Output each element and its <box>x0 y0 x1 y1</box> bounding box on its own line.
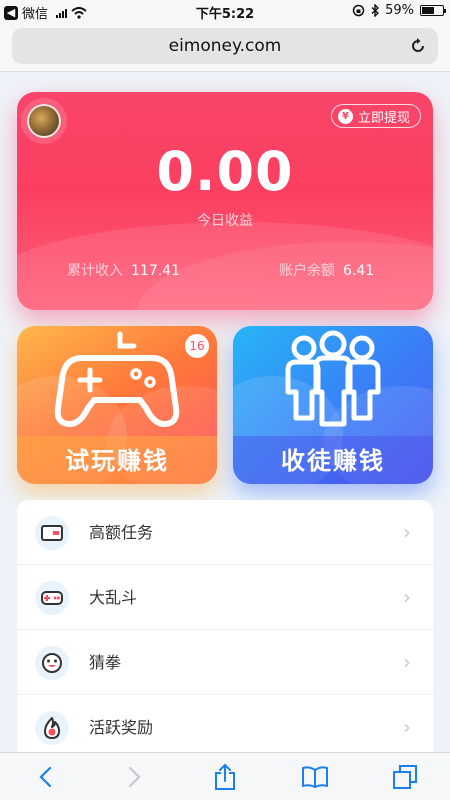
tabs-icon <box>393 764 417 789</box>
browser-toolbar <box>0 752 450 800</box>
people-group-icon <box>233 330 433 430</box>
total-income: 累计收入 117.41 <box>67 260 180 280</box>
total-income-value: 117.41 <box>131 263 180 279</box>
today-earnings-label: 今日收益 <box>197 213 253 229</box>
today-earnings-value: 0.00 <box>156 140 294 203</box>
list-item-high-value-tasks[interactable]: 高额任务 › <box>17 500 433 565</box>
browser-address-area: eimoney.com <box>0 22 450 72</box>
menu-item-label: 高额任务 <box>89 523 154 542</box>
status-bar: ◀ 微信 下午5:22 59% <box>0 0 450 22</box>
reload-icon[interactable] <box>408 36 428 56</box>
menu-item-label: 猜拳 <box>89 653 122 672</box>
back-button[interactable] <box>25 757 65 797</box>
trial-play-title: 试玩赚钱 <box>65 447 169 475</box>
battery-percent: 59% <box>385 3 414 18</box>
share-button[interactable] <box>205 757 245 797</box>
menu-item-label: 大乱斗 <box>89 588 138 607</box>
recruit-apprentice-title: 收徒赚钱 <box>281 447 385 475</box>
menu-item-label: 活跃奖励 <box>89 718 154 737</box>
list-item-rock-paper-scissors[interactable]: 猜拳 › <box>17 630 433 695</box>
battery-icon <box>420 5 446 16</box>
yen-icon: ¥ <box>337 108 353 124</box>
withdraw-button[interactable]: ¥ 立即提现 <box>330 104 421 128</box>
avatar[interactable] <box>27 104 61 138</box>
recruit-apprentice-card[interactable]: 收徒赚钱 <box>233 326 433 484</box>
card-icon <box>35 516 69 550</box>
chevron-right-icon: › <box>403 715 411 739</box>
url-text: eimoney.com <box>168 36 282 56</box>
chevron-right-icon: › <box>403 585 411 609</box>
bluetooth-icon <box>371 4 380 17</box>
list-item-brawl[interactable]: 大乱斗 › <box>17 565 433 630</box>
share-icon <box>215 763 235 790</box>
gamepad-small-icon <box>35 581 69 615</box>
earnings-card: ¥ 立即提现 0.00 今日收益 累计收入 117.41 账户余额 6.41 <box>17 92 433 310</box>
account-balance: 账户余额 6.41 <box>279 260 374 280</box>
withdraw-label: 立即提现 <box>357 110 410 126</box>
address-bar[interactable]: eimoney.com <box>12 28 438 64</box>
chevron-right-icon: › <box>403 520 411 544</box>
bookmarks-button[interactable] <box>295 757 335 797</box>
forward-button[interactable] <box>115 757 155 797</box>
account-balance-label: 账户余额 <box>279 263 335 279</box>
total-income-label: 累计收入 <box>67 263 123 279</box>
chevron-right-icon: › <box>403 650 411 674</box>
tabs-button[interactable] <box>385 757 425 797</box>
orientation-lock-icon <box>352 4 365 17</box>
smiley-icon <box>35 646 69 680</box>
chevron-left-icon <box>39 766 52 787</box>
trial-count-badge: 16 <box>185 334 209 358</box>
list-item-activity-rewards[interactable]: 活跃奖励 › <box>17 695 433 760</box>
trial-play-card[interactable]: 16 试玩赚钱 <box>17 326 217 484</box>
status-right: 59% <box>352 3 446 18</box>
chevron-right-icon <box>128 766 141 787</box>
task-menu-list: 高额任务 › 大乱斗 › 猜拳 › 活跃奖励 › <box>17 500 433 780</box>
account-balance-value: 6.41 <box>343 263 375 279</box>
book-icon <box>302 765 328 788</box>
flame-icon <box>35 711 69 745</box>
